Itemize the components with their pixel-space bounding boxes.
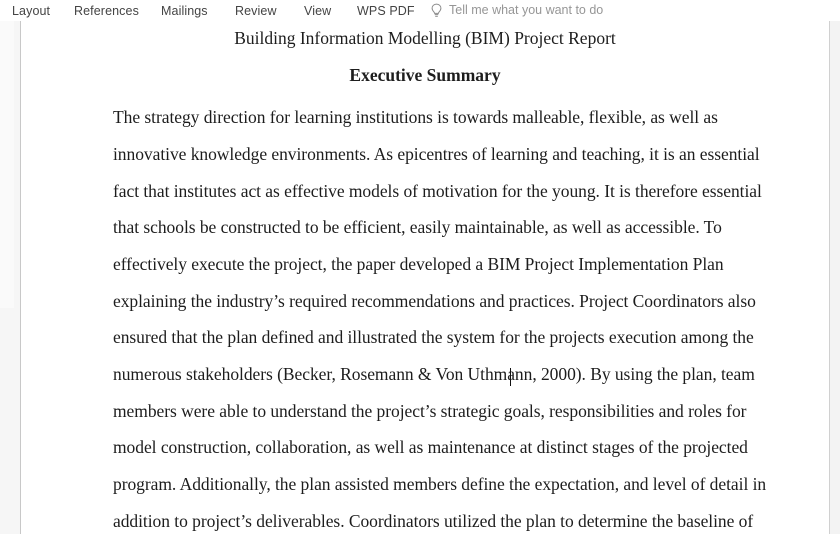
tab-layout[interactable]: Layout — [12, 1, 50, 22]
section-heading-executive-summary: Executive Summary — [349, 65, 501, 85]
paragraph-line: addition to project’s deliverables. Coor… — [113, 511, 754, 531]
paragraph-line: fact that institutes act as effective mo… — [113, 181, 762, 201]
lightbulb-icon — [431, 3, 442, 17]
paragraph-line: that schools be constructed to be effici… — [113, 217, 722, 237]
tab-references[interactable]: References — [74, 1, 139, 22]
paragraph-line: The strategy direction for learning inst… — [113, 107, 718, 127]
vertical-scrollbar-track[interactable] — [0, 21, 20, 534]
ribbon-tab-bar: Layout References Mailings Review View W… — [0, 0, 840, 21]
document-text-area[interactable]: Building Information Modelling (BIM) Pro… — [21, 21, 829, 534]
paragraph-line: numerous stakeholders (Becker, Rosemann … — [113, 364, 755, 384]
paragraph-line: program. Additionally, the plan assisted… — [113, 474, 767, 494]
document-title: Building Information Modelling (BIM) Pro… — [234, 28, 616, 48]
paragraph-line: ensured that the plan defined and illust… — [113, 327, 754, 347]
paragraph-line: model construction, collaboration, as we… — [113, 437, 748, 457]
text-cursor-caret — [510, 368, 511, 386]
tell-me-search-box[interactable]: Tell me what you want to do — [430, 1, 603, 20]
paragraph-line: explaining the industry’s required recom… — [113, 291, 756, 311]
paragraph-line: effectively execute the project, the pap… — [113, 254, 724, 274]
vertical-scrollbar-thumb[interactable] — [0, 21, 14, 308]
document-canvas: Building Information Modelling (BIM) Pro… — [0, 21, 840, 534]
tab-mailings[interactable]: Mailings — [161, 1, 208, 22]
tab-view[interactable]: View — [304, 1, 331, 22]
tab-review[interactable]: Review — [235, 1, 277, 22]
tab-wps-pdf[interactable]: WPS PDF — [357, 1, 415, 22]
paragraph-line: members were able to understand the proj… — [113, 401, 747, 421]
document-page[interactable]: Building Information Modelling (BIM) Pro… — [20, 21, 830, 534]
tell-me-placeholder: Tell me what you want to do — [449, 3, 604, 17]
paragraph-line: innovative knowledge environments. As ep… — [113, 144, 760, 164]
